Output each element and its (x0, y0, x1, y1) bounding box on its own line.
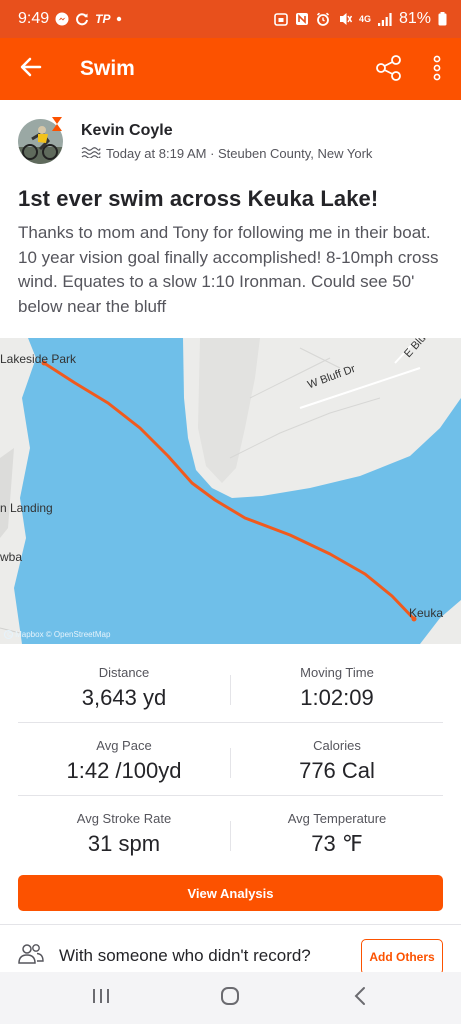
stat-label: Avg Stroke Rate (76, 811, 172, 826)
vibrate-mute-icon (337, 12, 352, 26)
stats-row: Avg Stroke Rate 31 spm Avg Temperature 7… (18, 796, 443, 869)
divider (0, 924, 461, 925)
stats-row: Avg Pace 1:42 /100yd Calories 776 Cal (18, 723, 443, 796)
back-nav-icon (353, 986, 367, 1011)
stat-moving-time: Moving Time 1:02:09 (231, 650, 443, 723)
swim-waves-icon (81, 146, 101, 161)
add-others-button[interactable]: Add Others (361, 939, 443, 975)
app-bar: Swim (0, 38, 461, 100)
stat-distance: Distance 3,643 yd (18, 650, 230, 723)
stat-value: 1:42 /100yd (66, 758, 182, 783)
subscriber-badge-icon (49, 116, 65, 132)
tp-icon: TP (95, 12, 111, 26)
map-canvas (0, 338, 461, 644)
more-options-button[interactable] (424, 53, 450, 87)
dot-icon (116, 16, 122, 22)
sync-icon (75, 12, 89, 26)
stats-row: Distance 3,643 yd Moving Time 1:02:09 (18, 650, 443, 723)
activity-description: Thanks to mom and Tony for following me … (18, 223, 439, 316)
group-icon (18, 943, 44, 970)
activity-meta: Today at 8:19 AM · Steuben County, New Y… (81, 146, 372, 161)
share-button[interactable] (372, 53, 406, 87)
back-nav-button[interactable] (340, 984, 380, 1012)
status-bar: 9:49 TP 4G 81% (0, 0, 461, 38)
stat-avg-temperature: Avg Temperature 73 ℉ (231, 796, 443, 869)
athlete-name[interactable]: Kevin Coyle (81, 122, 173, 140)
stat-label: Avg Temperature (287, 811, 387, 826)
map-attribution[interactable]: © Mapbox © OpenStreetMap (4, 630, 110, 639)
invite-row: With someone who didn't record? Add Othe… (18, 939, 443, 975)
back-arrow-icon (20, 57, 42, 82)
signal-icon (377, 12, 392, 26)
invite-text: With someone who didn't record? (59, 946, 311, 965)
alarm-icon (316, 12, 330, 26)
activity-meta-text: Today at 8:19 AM · Steuben County, New Y… (106, 146, 373, 161)
battery-percent: 81% (398, 10, 431, 27)
page-title: Swim (80, 57, 135, 80)
stat-label: Distance (98, 665, 150, 680)
route-map[interactable]: Lakeside Park n Landing wba W Bluff Dr E… (0, 338, 461, 644)
stat-value: 73 ℉ (311, 831, 363, 856)
lte-icon: 4G (358, 14, 371, 24)
recents-icon (91, 987, 111, 1010)
activity-title: 1st ever swim across Keuka Lake! (18, 186, 379, 211)
nfc-icon (295, 12, 309, 26)
battery-icon (438, 12, 447, 26)
stat-avg-stroke-rate: Avg Stroke Rate 31 spm (18, 796, 230, 869)
map-label-landing: n Landing (0, 501, 53, 515)
athlete-header: Kevin Coyle Today at 8:19 AM · Steuben C… (0, 100, 461, 180)
system-nav-bar (0, 972, 461, 1024)
stat-label: Calories (313, 738, 361, 753)
stat-value: 1:02:09 (300, 685, 374, 710)
map-attribution-text: © Mapbox © OpenStreetMap (7, 630, 111, 639)
map-label-keuka: Keuka (409, 606, 444, 620)
stat-value: 776 Cal (299, 758, 375, 783)
stat-avg-pace: Avg Pace 1:42 /100yd (18, 723, 230, 796)
home-button[interactable] (210, 984, 250, 1012)
home-icon (220, 986, 240, 1011)
stat-value: 3,643 yd (81, 685, 167, 710)
stat-calories: Calories 776 Cal (231, 723, 443, 796)
stat-value: 31 spm (87, 831, 161, 856)
status-time: 9:49 (18, 10, 50, 27)
map-label-wba: wba (0, 550, 23, 564)
stat-label: Avg Pace (96, 738, 152, 753)
back-button[interactable] (0, 38, 62, 100)
stats-grid: Distance 3,643 yd Moving Time 1:02:09 Av… (18, 650, 443, 869)
messenger-icon (55, 12, 69, 26)
view-analysis-button[interactable]: View Analysis (18, 875, 443, 911)
stat-label: Moving Time (300, 665, 374, 680)
recents-button[interactable] (81, 984, 121, 1012)
more-vertical-icon (433, 55, 441, 86)
map-label-lakeside-park: Lakeside Park (0, 352, 77, 366)
alarm-lock-icon (274, 12, 288, 26)
share-icon (375, 54, 403, 87)
